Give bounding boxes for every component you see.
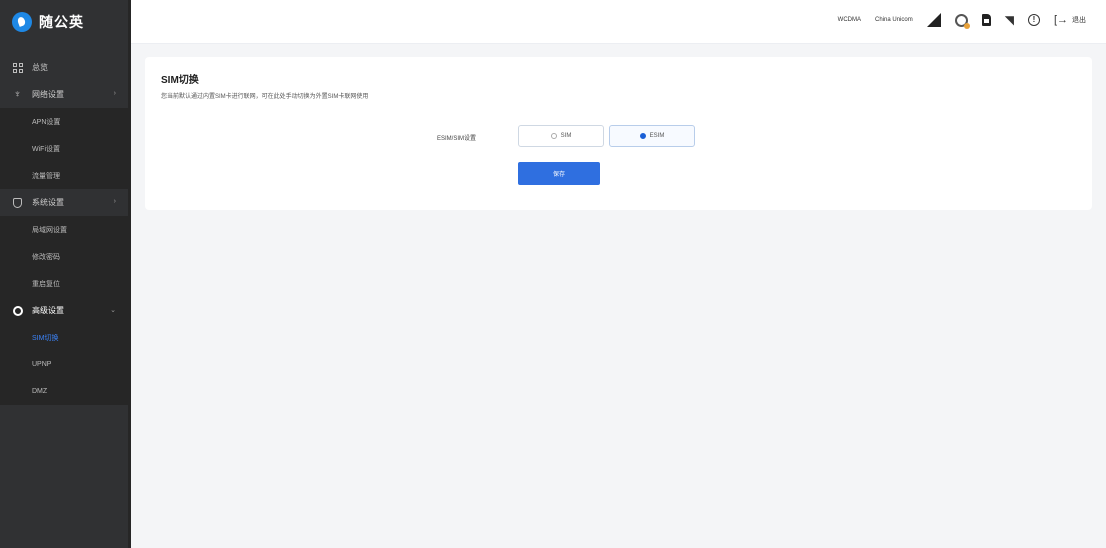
- sidebar-item-label: SIM切换: [32, 334, 59, 342]
- sidebar-nav: 总览 ♆ 网络设置 › APN设置 WiFi设置 流量管理 系统设置 › 局域网…: [0, 54, 128, 405]
- sim-switch-card: SIM切换 您当前默认通过内置SIM卡进行联网，可在此处手动切换为外置SIM卡联…: [145, 57, 1092, 210]
- sidebar-item-traffic[interactable]: 流量管理: [0, 162, 128, 189]
- radio-checked-icon: [639, 133, 646, 139]
- status-bar: WCDMA China Unicom ◥ ! [→ 退出: [838, 0, 1086, 40]
- internet-status-icon[interactable]: [954, 13, 970, 29]
- page-title: SIM切换: [161, 75, 199, 86]
- logout-label: 退出: [1072, 17, 1086, 24]
- advanced-submenu: SIM切换 UPNP DMZ: [0, 324, 128, 405]
- antenna-icon: ♆: [13, 89, 22, 100]
- signal-strength-icon: [926, 13, 941, 27]
- info-icon[interactable]: !: [1027, 14, 1040, 26]
- grid-icon: [12, 62, 23, 73]
- sidebar: 随公英 总览 ♆ 网络设置 › APN设置 WiFi设置 流量管理 系统设置 ›: [0, 0, 131, 548]
- sidebar-item-system-settings[interactable]: 系统设置 ›: [0, 189, 128, 216]
- logout-button[interactable]: [→ 退出: [1054, 14, 1086, 26]
- logo[interactable]: 随公英: [12, 10, 84, 34]
- radio-label: ESIM: [649, 133, 665, 139]
- sidebar-item-label: UPNP: [32, 361, 52, 368]
- sidebar-item-label: 局域网设置: [32, 226, 67, 234]
- page-description: 您当前默认通过内置SIM卡进行联网，可在此处手动切换为外置SIM卡联网使用: [161, 94, 369, 100]
- sidebar-item-label: DMZ: [32, 388, 48, 395]
- sidebar-item-label: 重启复位: [32, 280, 60, 288]
- sidebar-item-label: 流量管理: [32, 172, 60, 180]
- shield-icon: [12, 197, 23, 208]
- sidebar-item-reboot[interactable]: 重启复位: [0, 270, 128, 297]
- chevron-right-icon: ›: [113, 198, 116, 205]
- sim-setting-label: ESIM/SIM设置: [437, 136, 477, 142]
- sidebar-item-overview[interactable]: 总览: [0, 54, 128, 81]
- save-button[interactable]: 保存: [518, 162, 600, 185]
- radio-label: SIM: [560, 133, 572, 139]
- sidebar-panel: 随公英 总览 ♆ 网络设置 › APN设置 WiFi设置 流量管理 系统设置 ›: [0, 0, 128, 548]
- ring-icon: [12, 305, 23, 316]
- sidebar-item-label: 系统设置: [32, 198, 64, 207]
- sidebar-item-lan[interactable]: 局域网设置: [0, 216, 128, 243]
- sidebar-item-password[interactable]: 修改密码: [0, 243, 128, 270]
- sidebar-item-label: 高级设置: [32, 306, 64, 315]
- system-submenu: 局域网设置 修改密码 重启复位: [0, 216, 128, 297]
- radio-option-sim[interactable]: SIM: [518, 125, 604, 147]
- sidebar-item-label: WiFi设置: [32, 145, 60, 153]
- top-header: WCDMA China Unicom ◥ ! [→ 退出: [131, 0, 1106, 44]
- logo-icon: [12, 12, 32, 32]
- radio-unchecked-icon: [550, 133, 557, 139]
- sidebar-item-apn[interactable]: APN设置: [0, 108, 128, 135]
- sidebar-item-advanced-settings[interactable]: 高级设置 ⌄: [0, 297, 128, 324]
- sidebar-item-label: 网络设置: [32, 90, 64, 99]
- sim-card-icon[interactable]: [981, 14, 991, 26]
- radio-option-esim[interactable]: ESIM: [609, 125, 695, 147]
- carrier-name: China Unicom: [875, 17, 913, 23]
- app-name: 随公英: [39, 14, 84, 30]
- sidebar-item-upnp[interactable]: UPNP: [0, 351, 128, 378]
- sidebar-item-label: APN设置: [32, 118, 61, 126]
- sidebar-item-label: 总览: [32, 63, 48, 72]
- chevron-right-icon: ›: [113, 90, 116, 97]
- chevron-down-icon: ⌄: [110, 307, 116, 314]
- sidebar-item-wifi[interactable]: WiFi设置: [0, 135, 128, 162]
- network-type: WCDMA: [837, 17, 862, 23]
- sidebar-item-network-settings[interactable]: ♆ 网络设置 ›: [0, 81, 128, 108]
- sidebar-edge: [128, 0, 131, 548]
- sidebar-item-label: 修改密码: [32, 253, 60, 261]
- network-submenu: APN设置 WiFi设置 流量管理: [0, 108, 128, 189]
- sidebar-item-sim-switch[interactable]: SIM切换: [0, 324, 128, 351]
- wifi-icon[interactable]: ◥: [1005, 13, 1014, 27]
- sidebar-item-dmz[interactable]: DMZ: [0, 378, 128, 405]
- logout-icon: [→: [1053, 14, 1068, 26]
